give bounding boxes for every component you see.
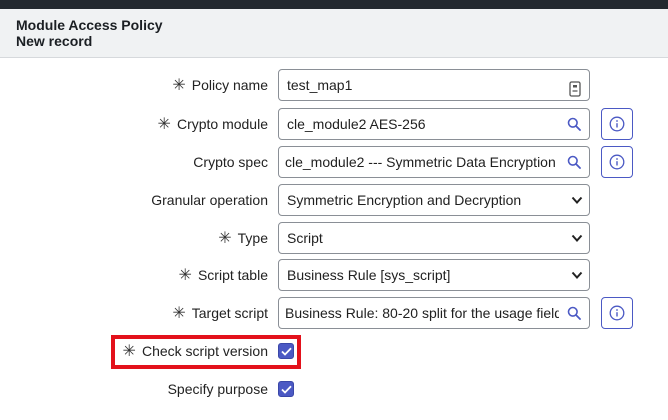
target-script-info-button[interactable] bbox=[601, 297, 633, 329]
crypto-module-info-button[interactable] bbox=[601, 108, 633, 140]
target-script-input[interactable]: Business Rule: 80-20 split for the usage… bbox=[278, 297, 560, 329]
required-marker: ✳ bbox=[178, 267, 192, 284]
search-icon bbox=[567, 117, 581, 131]
form-subtitle: New record bbox=[16, 33, 93, 49]
target-script-lookup-button[interactable] bbox=[559, 297, 590, 329]
required-marker: ✳ bbox=[172, 305, 186, 322]
specify-purpose-label: Specify purpose bbox=[167, 381, 268, 397]
script-table-label: ✳ Script table bbox=[178, 267, 268, 284]
crypto-spec-info-button[interactable] bbox=[601, 146, 633, 178]
search-icon bbox=[567, 155, 581, 169]
script-table-select[interactable]: Business Rule [sys_script] bbox=[278, 259, 590, 291]
granular-operation-select[interactable]: Symmetric Encryption and Decryption bbox=[278, 184, 590, 216]
type-select[interactable]: Script bbox=[278, 222, 590, 254]
target-script-label: ✳ Target script bbox=[172, 305, 268, 322]
crypto-spec-lookup-button[interactable] bbox=[559, 146, 590, 178]
chevron-down-icon bbox=[571, 234, 583, 242]
required-marker: ✳ bbox=[157, 116, 171, 133]
crypto-spec-label: Crypto spec bbox=[193, 154, 268, 170]
crypto-module-lookup-button[interactable] bbox=[559, 108, 590, 140]
granular-operation-label: Granular operation bbox=[151, 192, 268, 208]
required-marker: ✳ bbox=[172, 77, 186, 94]
form-title: Module Access Policy bbox=[16, 17, 163, 33]
crypto-module-label: ✳ Crypto module bbox=[157, 116, 268, 133]
type-label: ✳ Type bbox=[218, 230, 268, 247]
form-header: Module Access Policy New record bbox=[0, 9, 668, 58]
info-icon bbox=[609, 305, 625, 321]
crypto-module-input[interactable]: cle_module2 AES-256 bbox=[278, 108, 560, 140]
chevron-down-icon bbox=[571, 271, 583, 279]
check-icon bbox=[280, 385, 292, 394]
crypto-spec-input[interactable]: cle_module2 --- Symmetric Data Encryptio… bbox=[278, 146, 560, 178]
highlight-box bbox=[111, 335, 301, 369]
specify-purpose-checkbox[interactable] bbox=[278, 381, 294, 397]
document-icon[interactable] bbox=[569, 77, 581, 100]
info-icon bbox=[609, 116, 625, 132]
search-icon bbox=[567, 306, 581, 320]
policy-name-label: ✳ Policy name bbox=[172, 77, 268, 94]
chevron-down-icon bbox=[571, 196, 583, 204]
info-icon bbox=[609, 154, 625, 170]
required-marker: ✳ bbox=[218, 230, 232, 247]
top-bar bbox=[0, 0, 668, 9]
policy-name-input[interactable]: test_map1 bbox=[278, 69, 590, 101]
